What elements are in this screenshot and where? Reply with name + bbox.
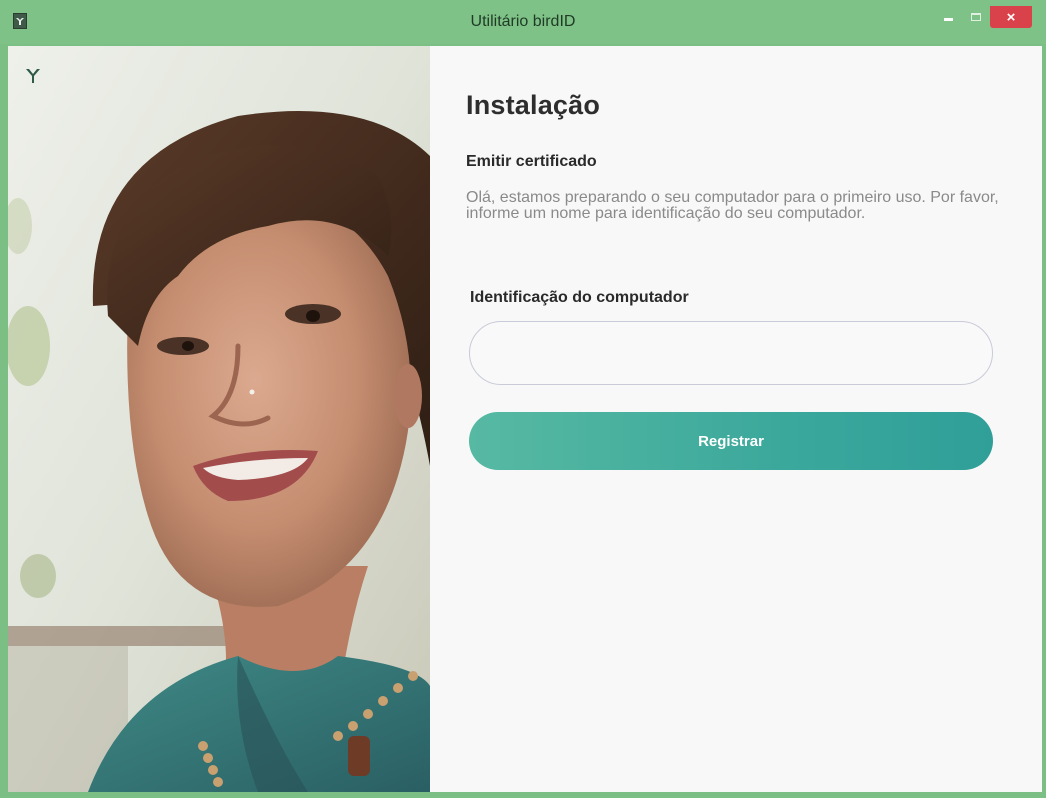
smiling-woman-photo xyxy=(8,46,430,792)
birdid-app-icon[interactable] xyxy=(13,13,27,29)
registration-form: Instalação Emitir certificado Olá, estam… xyxy=(430,46,1042,792)
register-button[interactable]: Registrar xyxy=(469,412,993,470)
maximize-icon xyxy=(971,13,981,21)
page-title: Instalação xyxy=(466,90,601,120)
description-text: Olá, estamos preparando o seu computador… xyxy=(466,189,999,222)
close-button[interactable]: × xyxy=(990,6,1032,28)
computer-id-label: Identificação do computador xyxy=(470,289,689,306)
minimize-icon xyxy=(943,17,953,21)
minimize-button[interactable] xyxy=(934,6,962,28)
section-title: Emitir certificado xyxy=(466,153,597,170)
app-content: Instalação Emitir certificado Olá, estam… xyxy=(8,46,1042,792)
computer-id-input[interactable] xyxy=(469,321,993,385)
window-bottom-border xyxy=(0,792,1046,798)
close-icon: × xyxy=(1006,8,1016,26)
photo-illustration xyxy=(8,46,430,792)
app-window: Utilitário birdID × Instalação Emitir ce… xyxy=(0,0,1046,798)
birdid-logo-icon xyxy=(26,69,40,83)
window-controls: × xyxy=(934,6,1032,30)
title-bar[interactable]: Utilitário birdID × xyxy=(0,0,1046,44)
window-title: Utilitário birdID xyxy=(470,13,576,30)
maximize-button[interactable] xyxy=(962,6,990,28)
